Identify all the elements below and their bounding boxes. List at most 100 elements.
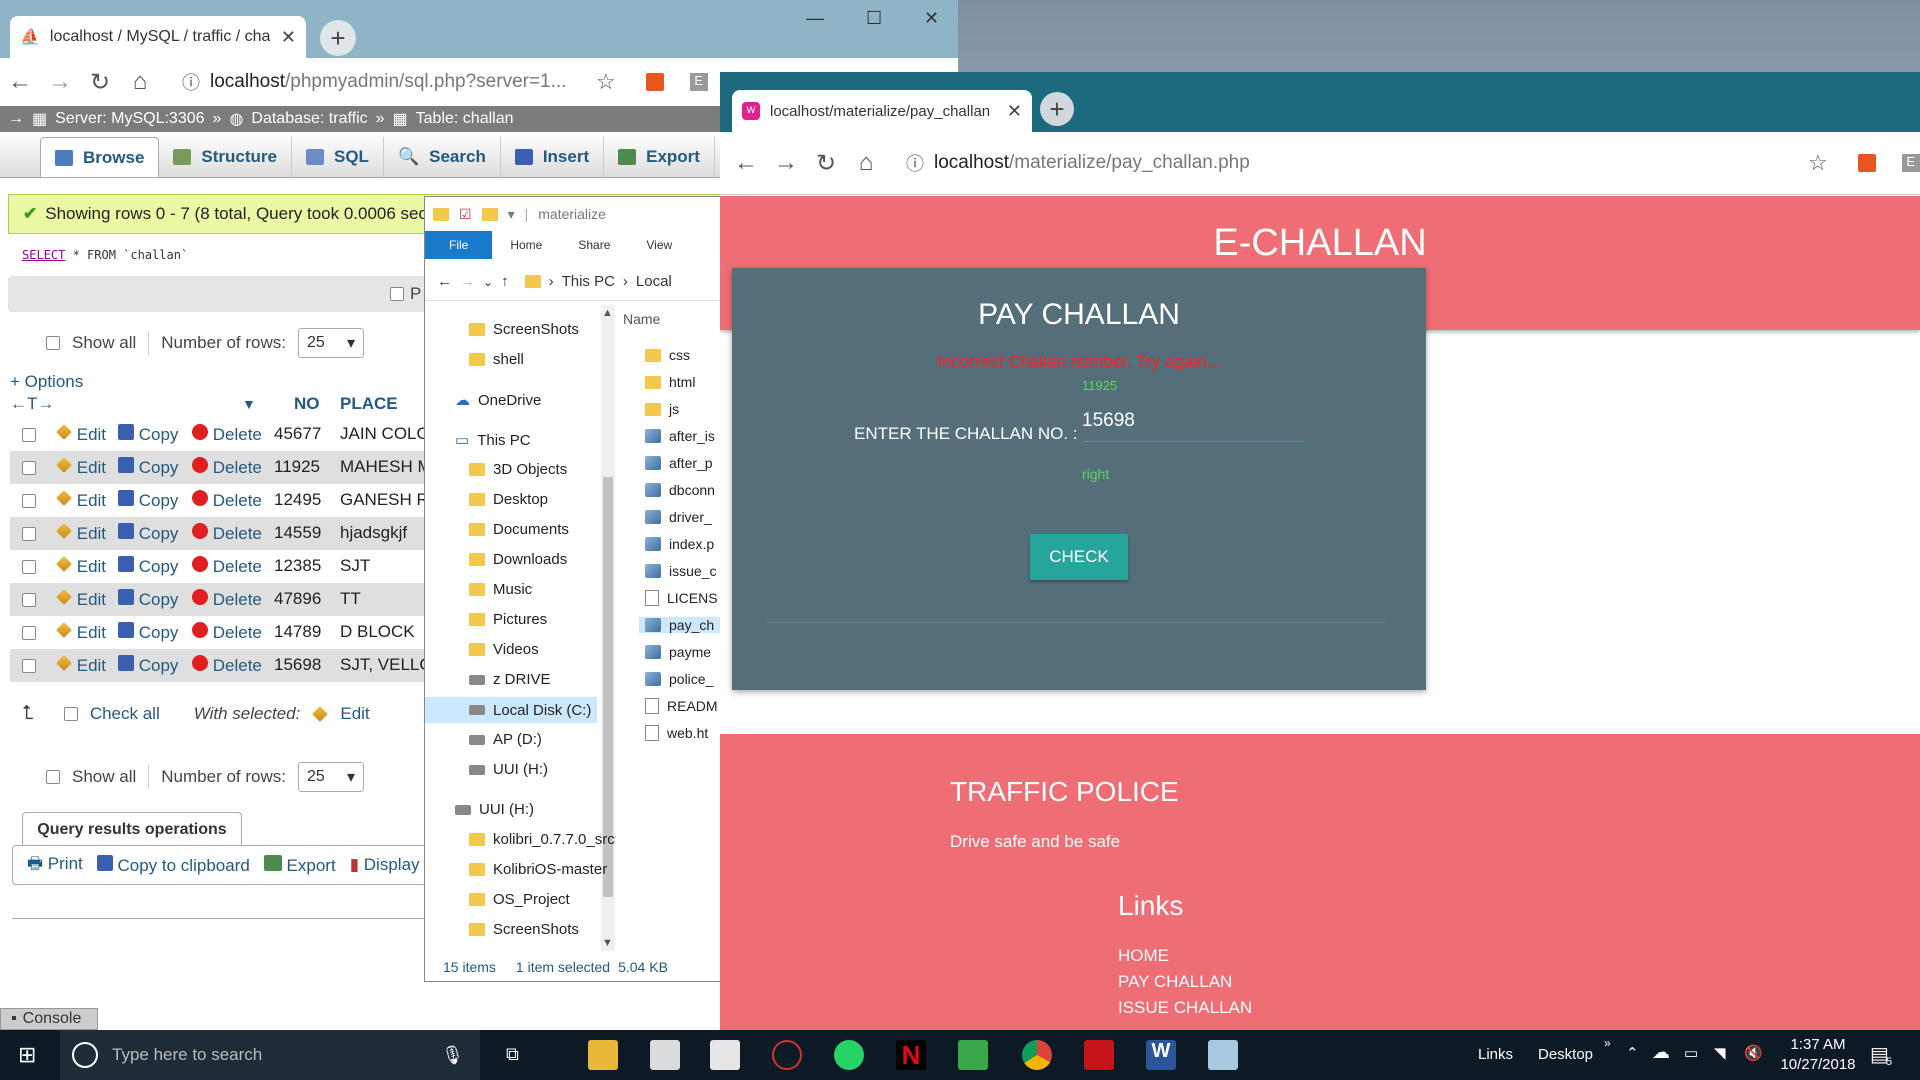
file-item[interactable]: index.p [645,536,714,552]
edit-selected-button[interactable]: Edit [340,704,369,724]
nav-item[interactable]: z DRIVE [469,671,551,688]
forward-icon[interactable]: → [766,149,806,177]
row-checkbox[interactable] [22,626,36,640]
acrobat-taskbar-icon[interactable] [1084,1040,1114,1070]
back-icon[interactable]: ← [437,273,452,290]
rows-select-bottom[interactable]: 25 ▾ [297,762,364,792]
nav-item[interactable]: Local Disk (C:) [425,697,597,723]
tray-expand-icon[interactable]: ⌃ [1626,1044,1639,1062]
name-column-header[interactable]: Name [623,311,660,327]
browser-tab-echallan[interactable]: w localhost/materialize/pay_challan ✕ [732,90,1032,132]
row-delete-button[interactable]: Delete [192,589,262,610]
extension-office-icon[interactable] [1857,154,1876,172]
tab-insert[interactable]: Insert [501,137,605,177]
ribbon-home[interactable]: Home [492,231,560,259]
sort-dropdown-icon[interactable]: ▼ [242,396,256,412]
forward-icon[interactable]: → [460,273,475,290]
forward-icon[interactable]: → [40,68,80,96]
recent-dropdown-icon[interactable]: ⌄ [483,275,493,289]
browser-tab-phpmyadmin[interactable]: ⛵ localhost / MySQL / traffic / chall ✕ [10,16,306,58]
file-item[interactable]: after_p [645,455,713,471]
volume-mute-icon[interactable]: 🔇 [1744,1044,1763,1062]
profiling-checkbox[interactable] [390,287,404,301]
row-checkbox[interactable] [22,593,36,607]
ribbon-share[interactable]: Share [560,231,628,259]
scroll-up-icon[interactable]: ▲ [602,307,613,319]
reload-icon[interactable]: ↻ [806,149,846,178]
chrome-taskbar-icon[interactable] [1022,1040,1052,1070]
col-no[interactable]: NO [294,394,320,414]
row-checkbox[interactable] [22,461,36,475]
path-local[interactable]: Local [636,273,672,290]
row-copy-button[interactable]: Copy [118,424,178,445]
bookmark-star-icon[interactable]: ☆ [596,69,616,95]
file-item[interactable]: pay_ch [639,617,723,633]
ribbon-file[interactable]: File [425,231,493,259]
nav-item[interactable]: ▭ This PC [455,431,531,450]
nav-item[interactable]: UUI (H:) [455,801,534,818]
path-this-pc[interactable]: This PC [562,273,615,290]
row-copy-button[interactable]: Copy [118,490,178,511]
rows-select[interactable]: 25 ▾ [297,328,364,358]
row-copy-button[interactable]: Copy [118,655,178,676]
row-copy-button[interactable]: Copy [118,457,178,478]
nav-item[interactable]: AP (D:) [469,731,542,748]
row-delete-button[interactable]: Delete [192,556,262,577]
row-copy-button[interactable]: Copy [118,523,178,544]
notepad-taskbar-icon[interactable] [1208,1040,1238,1070]
mail-taskbar-icon[interactable] [710,1040,740,1070]
reload-icon[interactable]: ↻ [80,68,120,97]
file-item[interactable]: css [645,347,690,363]
taskbar-search[interactable]: Type here to search 🎙 [60,1030,480,1080]
footer-link-issue-challan[interactable]: ISSUE CHALLAN [1118,998,1252,1018]
wifi-icon[interactable]: ◥ [1714,1044,1726,1062]
bookmark-star-icon[interactable]: ☆ [1808,150,1828,176]
battery-icon[interactable]: ▭ [1684,1044,1698,1062]
microphone-icon[interactable]: 🎙 [441,1045,464,1066]
spider-taskbar-icon[interactable] [772,1040,802,1070]
file-item[interactable]: web.ht [645,725,708,741]
close-tab-icon[interactable]: ✕ [281,27,296,48]
nav-item[interactable]: Desktop [469,491,548,508]
row-edit-button[interactable]: Edit [56,589,106,610]
file-explorer-taskbar-icon[interactable] [588,1040,618,1070]
row-checkbox[interactable] [22,659,36,673]
nav-item[interactable]: shell [469,351,524,368]
nav-item[interactable]: Music [469,581,532,598]
column-resize-icon[interactable]: ←T→ [10,394,54,414]
col-place[interactable]: PLACE [340,394,398,414]
row-checkbox[interactable] [22,527,36,541]
row-edit-button[interactable]: Edit [56,655,106,676]
properties-icon[interactable]: ☑ [459,206,472,223]
up-icon[interactable]: ↑ [501,273,509,290]
breadcrumb-database[interactable]: Database: traffic [251,110,367,128]
close-tab-icon[interactable]: ✕ [1007,101,1022,122]
file-item[interactable]: dbconn [645,482,715,498]
nav-item[interactable]: Documents [469,521,569,538]
tab-search[interactable]: 🔍 Search [384,137,501,177]
row-checkbox[interactable] [22,494,36,508]
netflix-taskbar-icon[interactable]: N [896,1040,926,1070]
links-toolbar[interactable]: Links [1478,1046,1513,1063]
nav-item[interactable]: Videos [469,641,539,658]
info-icon[interactable]: ⓘ [906,150,924,176]
row-copy-button[interactable]: Copy [118,622,178,643]
nav-item[interactable]: ☁ OneDrive [455,391,541,410]
minimize-icon[interactable]: — [806,8,824,29]
console-button[interactable]: ▪ Console [0,1008,98,1030]
row-copy-button[interactable]: Copy [118,556,178,577]
nav-item[interactable]: 3D Objects [469,461,567,478]
export-link[interactable]: Export [263,854,336,876]
task-view-icon[interactable]: ⧉ [506,1044,519,1065]
extension-office-icon[interactable] [645,73,664,91]
windows-start-icon[interactable]: ⊞ [18,1042,36,1068]
tab-sql[interactable]: SQL [292,137,384,177]
home-icon[interactable]: ⌂ [846,149,886,177]
row-checkbox[interactable] [22,428,36,442]
extension-e-icon[interactable]: E [1901,154,1920,172]
row-copy-button[interactable]: Copy [118,589,178,610]
new-folder-icon[interactable] [481,207,498,221]
row-edit-button[interactable]: Edit [56,424,106,445]
nav-item[interactable]: KolibriOS-master [469,861,607,878]
copy-clipboard-link[interactable]: Copy to clipboard [96,854,250,876]
